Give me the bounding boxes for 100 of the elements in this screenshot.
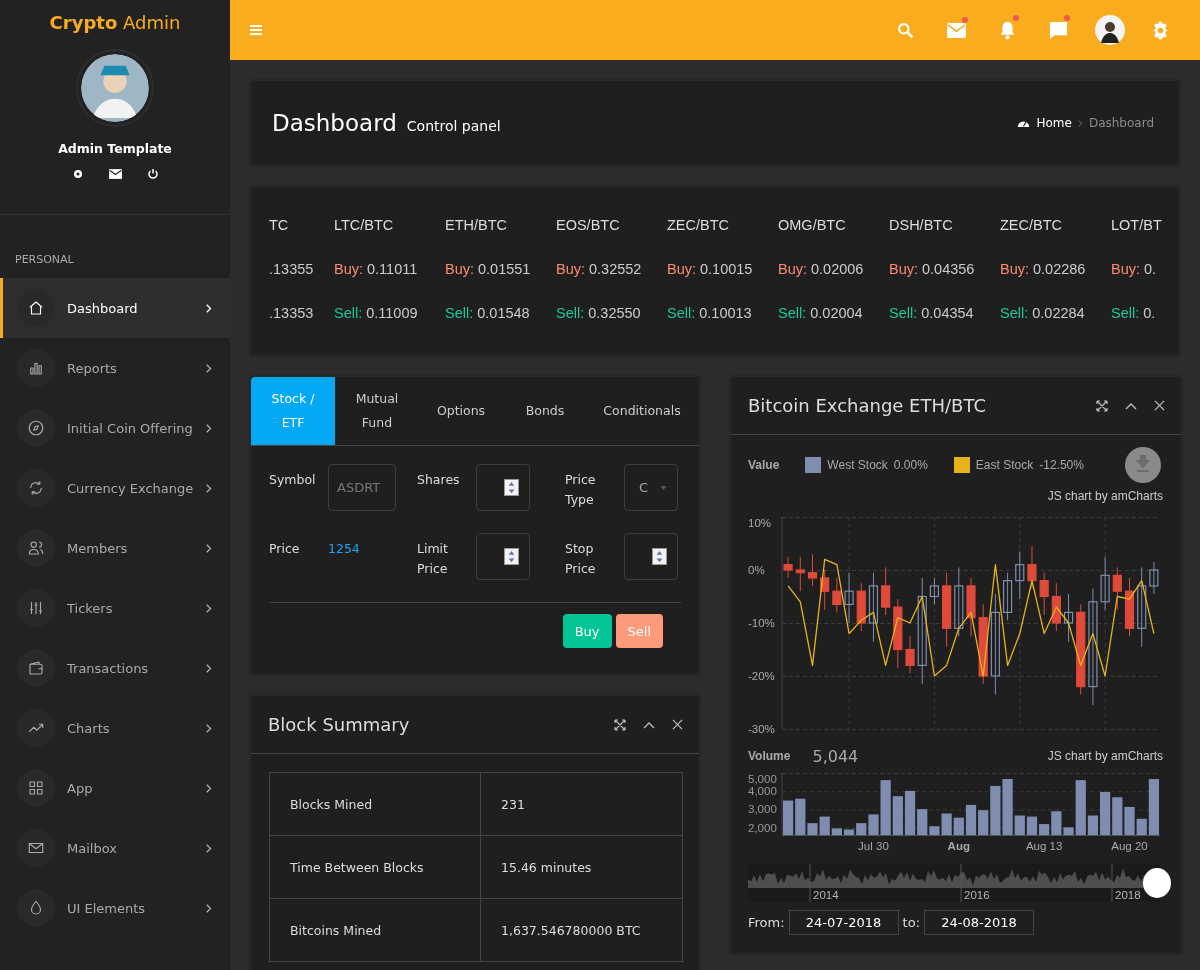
ticker-pair: TC bbox=[269, 217, 290, 233]
collapse-icon[interactable] bbox=[1125, 401, 1137, 410]
chevron-icon bbox=[206, 843, 212, 853]
number-field[interactable] bbox=[624, 533, 678, 580]
expand-icon[interactable] bbox=[1096, 399, 1108, 412]
sidebar-item[interactable]: Charts bbox=[0, 698, 230, 758]
chevron-icon bbox=[206, 303, 212, 313]
chart-credit[interactable]: JS chart by amCharts bbox=[1047, 489, 1163, 503]
candlestick bbox=[881, 566, 891, 616]
settings-icon[interactable] bbox=[71, 168, 84, 180]
spinner-icon bbox=[504, 548, 519, 565]
ticker-pair: LOT/BT bbox=[1111, 217, 1163, 233]
sidebar-item[interactable]: Transactions bbox=[0, 638, 230, 698]
candlestick bbox=[905, 635, 915, 674]
expand-icon[interactable] bbox=[614, 718, 626, 731]
buy-label: Buy: bbox=[556, 261, 585, 277]
brand-logo[interactable]: Crypto Admin bbox=[0, 12, 230, 33]
close-icon[interactable] bbox=[1154, 400, 1165, 411]
input-field[interactable]: ASDRT bbox=[328, 464, 396, 511]
ticker-pair: DSH/BTC bbox=[889, 217, 954, 233]
scroll-handle[interactable] bbox=[1143, 868, 1171, 898]
tab[interactable]: Mutual Fund bbox=[335, 377, 419, 445]
axis-label: Aug bbox=[946, 840, 971, 852]
axis-label: Aug 20 bbox=[1110, 840, 1149, 852]
sidebar-item[interactable]: Currency Exchange bbox=[0, 458, 230, 518]
sidebar-item[interactable]: Mailbox bbox=[0, 818, 230, 878]
sidebar-item[interactable]: Initial Coin Offering bbox=[0, 398, 230, 458]
axis-label: 10% bbox=[748, 517, 772, 529]
candlestick bbox=[929, 577, 939, 605]
sell-label: Sell: bbox=[334, 305, 363, 321]
buy-price: 0. bbox=[1144, 261, 1157, 277]
legend-swatch bbox=[805, 457, 822, 473]
tab[interactable]: Bonds bbox=[503, 377, 587, 445]
candlestick bbox=[1027, 545, 1037, 590]
close-icon[interactable] bbox=[672, 719, 683, 730]
sell-price: 0.11009 bbox=[366, 305, 418, 321]
number-field[interactable] bbox=[476, 464, 530, 511]
collapse-icon[interactable] bbox=[643, 720, 655, 729]
buy-price: 0.01551 bbox=[478, 261, 531, 277]
wallet-icon bbox=[27, 659, 45, 677]
buy-label: Buy: bbox=[889, 261, 918, 277]
field-label: From: bbox=[748, 915, 785, 930]
candlestick bbox=[1003, 572, 1013, 621]
candlestick bbox=[868, 572, 879, 643]
date-field[interactable]: 24-08-2018 bbox=[924, 910, 1035, 935]
date-field[interactable]: 24-07-2018 bbox=[788, 910, 899, 935]
sell-price: 0.02004 bbox=[810, 305, 863, 321]
chevron-icon bbox=[206, 483, 212, 493]
page-title: Dashboard bbox=[272, 110, 397, 136]
axis-label: Aug 13 bbox=[1024, 840, 1064, 852]
sidebar-item[interactable]: Tickers bbox=[0, 578, 230, 638]
number-field[interactable] bbox=[476, 533, 530, 580]
table-cell: Time Between Blocks bbox=[269, 835, 481, 899]
legend-value: -12.50% bbox=[1039, 458, 1084, 472]
chevron-icon bbox=[206, 723, 212, 733]
sidebar-item[interactable]: App bbox=[0, 758, 230, 818]
candlestick bbox=[1100, 556, 1110, 611]
table-cell: 1,637.546780000 BTC bbox=[480, 898, 683, 962]
buy-label: Buy: bbox=[334, 261, 363, 277]
candlestick bbox=[954, 566, 964, 637]
select-field[interactable]: C bbox=[624, 464, 678, 511]
candlestick bbox=[807, 553, 818, 587]
axis-label: -30% bbox=[748, 723, 775, 735]
candlestick bbox=[820, 569, 830, 611]
sell-price: 0.02284 bbox=[1032, 305, 1085, 321]
download-icon[interactable] bbox=[1125, 447, 1161, 483]
tab[interactable]: Options bbox=[419, 377, 503, 445]
sell-price: 0.01548 bbox=[477, 305, 530, 321]
chart-credit[interactable]: JS chart by amCharts bbox=[1047, 749, 1163, 763]
year-label: 2016 bbox=[964, 889, 990, 901]
chevron-icon bbox=[206, 663, 212, 673]
field-label: Stop Price bbox=[565, 540, 597, 578]
sell-price: .13353 bbox=[269, 305, 314, 321]
breadcrumb-link[interactable]: Home bbox=[1036, 116, 1072, 130]
candlestick bbox=[1039, 572, 1049, 616]
sidebar-item[interactable]: Dashboard bbox=[0, 278, 230, 338]
breadcrumb-link[interactable]: Dashboard bbox=[1088, 116, 1154, 130]
axis-label: -20% bbox=[748, 670, 775, 682]
avatar[interactable] bbox=[1094, 15, 1125, 45]
sidebar-item[interactable]: UI Elements bbox=[0, 878, 230, 938]
mail-icon[interactable] bbox=[108, 169, 122, 179]
buy-label: Buy: bbox=[778, 261, 807, 277]
field-label: to: bbox=[902, 915, 921, 930]
tab[interactable]: Conditionals bbox=[587, 377, 697, 445]
caret-icon bbox=[660, 485, 667, 490]
table-cell: Bitcoins Mined bbox=[269, 898, 481, 962]
candlestick bbox=[893, 598, 903, 669]
power-icon[interactable] bbox=[146, 168, 159, 180]
sell-label: Sell: bbox=[1111, 305, 1140, 321]
buy-price: 0.02006 bbox=[811, 261, 864, 277]
axis-label: 3,000 bbox=[748, 803, 777, 816]
profile-name: Admin Template bbox=[57, 141, 173, 156]
legend-value: 0.00% bbox=[893, 458, 928, 472]
candlestick bbox=[783, 556, 793, 579]
sell-label: Sell: bbox=[667, 305, 696, 321]
sidebar-item[interactable]: Reports bbox=[0, 338, 230, 398]
card-title: Bitcoin Exchange ETH/BTC bbox=[748, 395, 986, 416]
sidebar-item[interactable]: Members bbox=[0, 518, 230, 578]
axis-label: Jul 30 bbox=[857, 840, 890, 852]
buy-price: 0.32552 bbox=[589, 261, 642, 277]
